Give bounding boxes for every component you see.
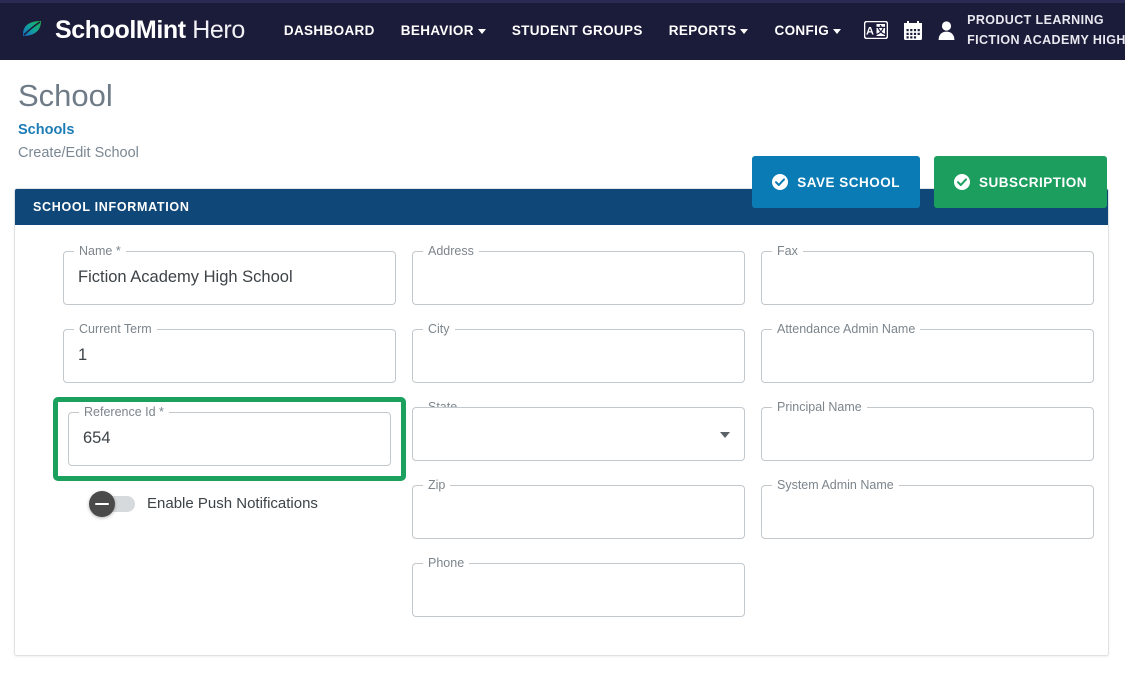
- current-term-value: 1: [78, 345, 88, 364]
- check-circle-icon: [953, 174, 970, 190]
- nav-behavior[interactable]: BEHAVIOR: [388, 3, 499, 58]
- svg-text:文: 文: [876, 24, 887, 37]
- user-account-icon[interactable]: [938, 20, 955, 40]
- nav-config-label: CONFIG: [774, 22, 830, 38]
- nav-reports-label: REPORTS: [668, 22, 737, 38]
- principal-name-field[interactable]: Principal Name: [761, 399, 1094, 461]
- subscription-button[interactable]: SUBSCRIPTION: [933, 156, 1107, 208]
- form-column-3: Fax Attendance Admin Name Principal Name…: [761, 243, 1094, 641]
- nav-behavior-label: BEHAVIOR: [400, 22, 474, 38]
- form-column-2: Address City State Zip: [412, 243, 745, 641]
- toggle-thumb-off-icon: [89, 490, 115, 517]
- school-information-form: Name * Fiction Academy High School Curre…: [15, 225, 1108, 655]
- reference-id-input[interactable]: 654: [68, 412, 391, 466]
- address-field[interactable]: Address: [412, 243, 745, 305]
- principal-name-input[interactable]: [761, 407, 1094, 461]
- enable-push-notifications-row[interactable]: Enable Push Notifications: [63, 490, 396, 517]
- zip-field[interactable]: Zip: [412, 477, 745, 539]
- top-navigation-bar: SchoolMint Hero DASHBOARD BEHAVIOR STUDE…: [0, 0, 1125, 60]
- header-action-buttons: SAVE SCHOOL SUBSCRIPTION: [752, 156, 1107, 208]
- nav-dashboard[interactable]: DASHBOARD: [271, 3, 388, 58]
- reference-id-value: 654: [83, 428, 111, 447]
- system-admin-name-field[interactable]: System Admin Name: [761, 477, 1094, 539]
- svg-text:A: A: [866, 26, 874, 38]
- name-field[interactable]: Name * Fiction Academy High School: [63, 243, 396, 305]
- chevron-down-icon: [740, 28, 749, 34]
- nav-student-groups-label: STUDENT GROUPS: [511, 22, 643, 38]
- nav-icon-group: A 文: [864, 20, 955, 40]
- enable-push-notifications-label: Enable Push Notifications: [147, 495, 318, 512]
- brand-name-bold: SchoolMint: [55, 15, 186, 44]
- translate-icon[interactable]: A 文: [864, 21, 889, 39]
- name-value: Fiction Academy High School: [78, 267, 293, 286]
- address-input[interactable]: [412, 251, 745, 305]
- page-header: School Schools Create/Edit School SAVE S…: [0, 60, 1125, 208]
- subscription-label: SUBSCRIPTION: [978, 174, 1087, 190]
- nav-menu: DASHBOARD BEHAVIOR STUDENT GROUPS REPORT…: [271, 3, 854, 58]
- attendance-admin-name-input[interactable]: [761, 329, 1094, 383]
- calendar-icon[interactable]: [904, 20, 923, 40]
- enable-push-notifications-toggle[interactable]: [89, 490, 135, 517]
- current-term-input[interactable]: 1: [63, 329, 396, 383]
- leaf-logo-icon: [23, 21, 41, 36]
- save-school-button[interactable]: SAVE SCHOOL: [752, 156, 920, 208]
- attendance-admin-name-field[interactable]: Attendance Admin Name: [761, 321, 1094, 383]
- chevron-down-icon: [833, 28, 842, 34]
- school-information-card: SCHOOL INFORMATION Name * Fiction Academ…: [14, 188, 1109, 656]
- user-info[interactable]: PRODUCT LEARNING FICTION ACADEMY HIGH S: [967, 10, 1125, 50]
- brand-text: SchoolMint Hero: [55, 16, 245, 45]
- user-school-name: FICTION ACADEMY HIGH S: [967, 33, 1125, 47]
- phone-input[interactable]: [412, 563, 745, 617]
- phone-field[interactable]: Phone: [412, 555, 745, 617]
- state-field[interactable]: State: [412, 399, 745, 461]
- brand-name-light: Hero: [192, 15, 245, 44]
- city-field[interactable]: City: [412, 321, 745, 383]
- page-title: School: [18, 78, 113, 113]
- system-admin-name-input[interactable]: [761, 485, 1094, 539]
- chevron-down-icon: [477, 28, 486, 34]
- form-column-1: Name * Fiction Academy High School Curre…: [39, 243, 406, 641]
- check-circle-icon: [772, 174, 789, 190]
- chevron-down-icon[interactable]: [720, 431, 730, 438]
- state-select[interactable]: [412, 407, 745, 461]
- zip-input[interactable]: [412, 485, 745, 539]
- name-input[interactable]: Fiction Academy High School: [63, 251, 396, 305]
- nav-reports[interactable]: REPORTS: [656, 3, 762, 58]
- nav-student-groups[interactable]: STUDENT GROUPS: [499, 3, 656, 58]
- nav-config[interactable]: CONFIG: [761, 3, 854, 58]
- fax-field[interactable]: Fax: [761, 243, 1094, 305]
- user-org-name: PRODUCT LEARNING: [967, 13, 1105, 27]
- save-school-label: SAVE SCHOOL: [797, 174, 900, 190]
- fax-input[interactable]: [761, 251, 1094, 305]
- brand-logo[interactable]: SchoolMint Hero: [20, 16, 245, 45]
- breadcrumb-schools-link[interactable]: Schools: [18, 122, 74, 138]
- city-input[interactable]: [412, 329, 745, 383]
- nav-dashboard-label: DASHBOARD: [283, 22, 375, 38]
- reference-id-field[interactable]: Reference Id * 654: [53, 397, 406, 481]
- current-term-field[interactable]: Current Term 1: [63, 321, 396, 383]
